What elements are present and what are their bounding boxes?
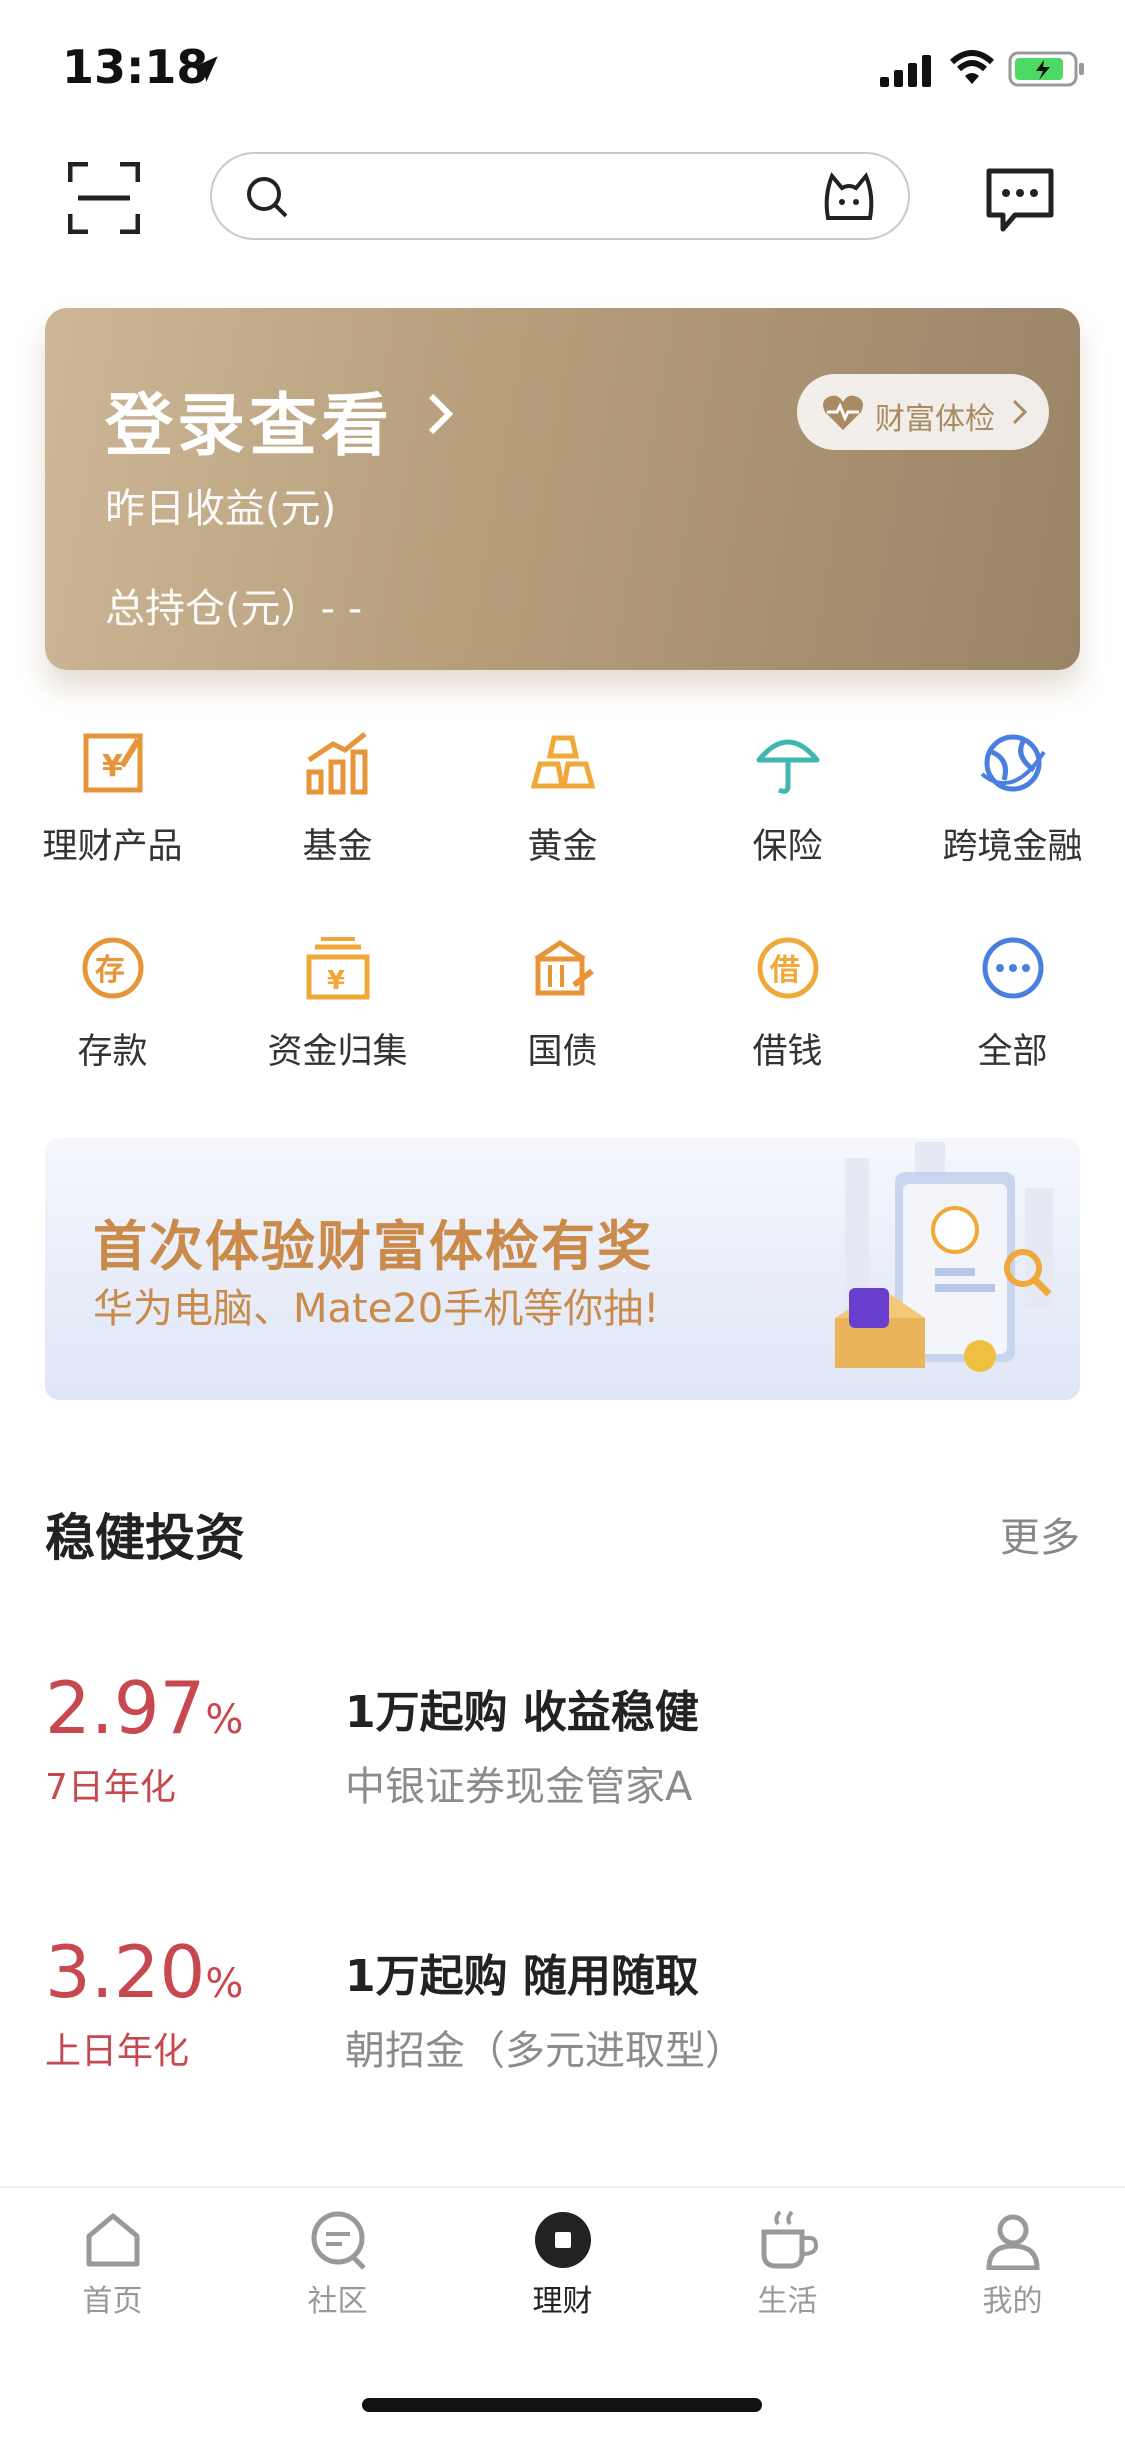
grid-item-label: 跨境金融 — [942, 827, 1083, 867]
scan-icon[interactable] — [68, 162, 140, 234]
svg-text:借: 借 — [769, 953, 800, 988]
more-icon — [982, 937, 1044, 999]
login-link[interactable]: 登录查看 — [105, 370, 393, 469]
product-rate-type: 7日年化 — [45, 1767, 176, 1808]
grid-item-label: 黄金 — [527, 827, 598, 867]
home-icon — [86, 2213, 139, 2267]
grid-item-borrow[interactable]: 借 借钱 — [675, 925, 900, 1095]
cross-border-icon — [980, 734, 1046, 792]
svg-text:¥: ¥ — [327, 966, 345, 996]
grid-item-fund-pool[interactable]: ¥ 资金归集 — [225, 925, 450, 1095]
wealth-checkup-button[interactable]: 财富体检 — [797, 374, 1049, 450]
grid-item-label: 基金 — [302, 827, 373, 867]
fund-pool-icon: ¥ — [306, 937, 370, 1000]
grid-item-label: 借钱 — [752, 1032, 823, 1072]
battery-icon — [1008, 51, 1084, 87]
tab-label: 生活 — [757, 2284, 818, 2319]
chevron-right-icon — [428, 393, 454, 435]
wealth-product-icon: ¥ — [83, 733, 143, 793]
product-title: 1万起购 收益稳健 — [345, 1687, 699, 1738]
banner-subtitle: 华为电脑、Mate20手机等你抽! — [93, 1286, 660, 1332]
tab-home[interactable]: 首页 — [0, 2210, 225, 2320]
bond-icon — [534, 939, 594, 996]
search-icon — [247, 177, 288, 218]
wealth-icon — [534, 2212, 591, 2268]
product-item[interactable]: 2.97% 7日年化 1万起购 收益稳健 中银证券现金管家A — [45, 1666, 1080, 1866]
product-rate: 2.97% — [45, 1666, 244, 1750]
total-holdings-label: 总持仓(元）- - — [105, 586, 363, 632]
grid-item-label: 全部 — [977, 1032, 1048, 1072]
tab-life[interactable]: 生活 — [675, 2210, 900, 2320]
grid-item-label: 国债 — [527, 1032, 598, 1072]
profile-icon — [985, 2214, 1040, 2270]
promo-banner[interactable]: 首次体验财富体检有奖 华为电脑、Mate20手机等你抽! — [45, 1138, 1080, 1400]
grid-item-insurance[interactable]: 保险 — [675, 720, 900, 890]
promo-illustration-icon — [835, 1142, 1053, 1372]
svg-text:存: 存 — [95, 953, 125, 988]
tab-community[interactable]: 社区 — [225, 2210, 450, 2320]
search-input[interactable] — [210, 152, 910, 240]
tab-wealth[interactable]: 理财 — [450, 2210, 675, 2320]
tab-label: 社区 — [307, 2284, 368, 2319]
section-more-link[interactable]: 更多 — [1000, 1505, 1080, 1563]
tab-label: 首页 — [82, 2284, 143, 2319]
assistant-icon[interactable] — [820, 168, 878, 226]
gold-icon — [530, 735, 596, 789]
heartbeat-icon — [823, 395, 863, 430]
product-title: 1万起购 随用随取 — [345, 1951, 699, 2002]
borrow-icon: 借 — [757, 937, 819, 999]
grid-item-label: 存款 — [77, 1032, 148, 1072]
svg-text:¥: ¥ — [102, 749, 123, 784]
product-item[interactable]: 3.20% 上日年化 1万起购 随用随取 朝招金（多元进取型） — [45, 1930, 1080, 2130]
grid-item-label: 资金归集 — [267, 1032, 408, 1072]
status-time: 13:18 — [62, 40, 209, 94]
tab-label: 理财 — [532, 2284, 593, 2319]
wifi-icon — [950, 50, 994, 84]
yesterday-earnings-label: 昨日收益(元) — [105, 486, 337, 532]
product-rate: 3.20% — [45, 1930, 244, 2014]
message-icon[interactable] — [985, 165, 1055, 235]
signal-icon — [880, 55, 931, 87]
grid-item-deposit[interactable]: 存 存款 — [0, 925, 225, 1095]
life-icon — [761, 2210, 818, 2269]
home-indicator[interactable] — [362, 2398, 762, 2412]
location-arrow-icon — [192, 56, 218, 82]
grid-item-label: 理财产品 — [42, 827, 183, 867]
grid-item-label: 保险 — [752, 827, 823, 867]
deposit-icon: 存 — [82, 937, 144, 999]
chevron-right-icon — [1012, 399, 1028, 425]
tab-label: 我的 — [982, 2284, 1043, 2319]
grid-item-fund[interactable]: 基金 — [225, 720, 450, 890]
account-card[interactable]: 登录查看 昨日收益(元) 总持仓(元）- - 财富体检 — [45, 308, 1080, 670]
grid-item-all[interactable]: 全部 — [900, 925, 1125, 1095]
community-icon — [311, 2211, 366, 2270]
product-name: 朝招金（多元进取型） — [345, 2028, 745, 2074]
insurance-icon — [756, 739, 820, 794]
product-name: 中银证券现金管家A — [345, 1764, 693, 1810]
banner-title: 首次体验财富体检有奖 — [93, 1215, 653, 1278]
fund-icon — [306, 732, 368, 795]
product-rate-type: 上日年化 — [45, 2031, 190, 2072]
grid-item-wealth-product[interactable]: ¥ 理财产品 — [0, 720, 225, 890]
tab-profile[interactable]: 我的 — [900, 2210, 1125, 2320]
section-title: 稳健投资 — [45, 1509, 245, 1567]
status-bar: 13:18 — [0, 0, 1125, 135]
grid-item-bond[interactable]: 国债 — [450, 925, 675, 1095]
grid-item-cross-border[interactable]: 跨境金融 — [900, 720, 1125, 890]
grid-item-gold[interactable]: 黄金 — [450, 720, 675, 890]
wealth-checkup-label: 财富体检 — [875, 402, 995, 437]
